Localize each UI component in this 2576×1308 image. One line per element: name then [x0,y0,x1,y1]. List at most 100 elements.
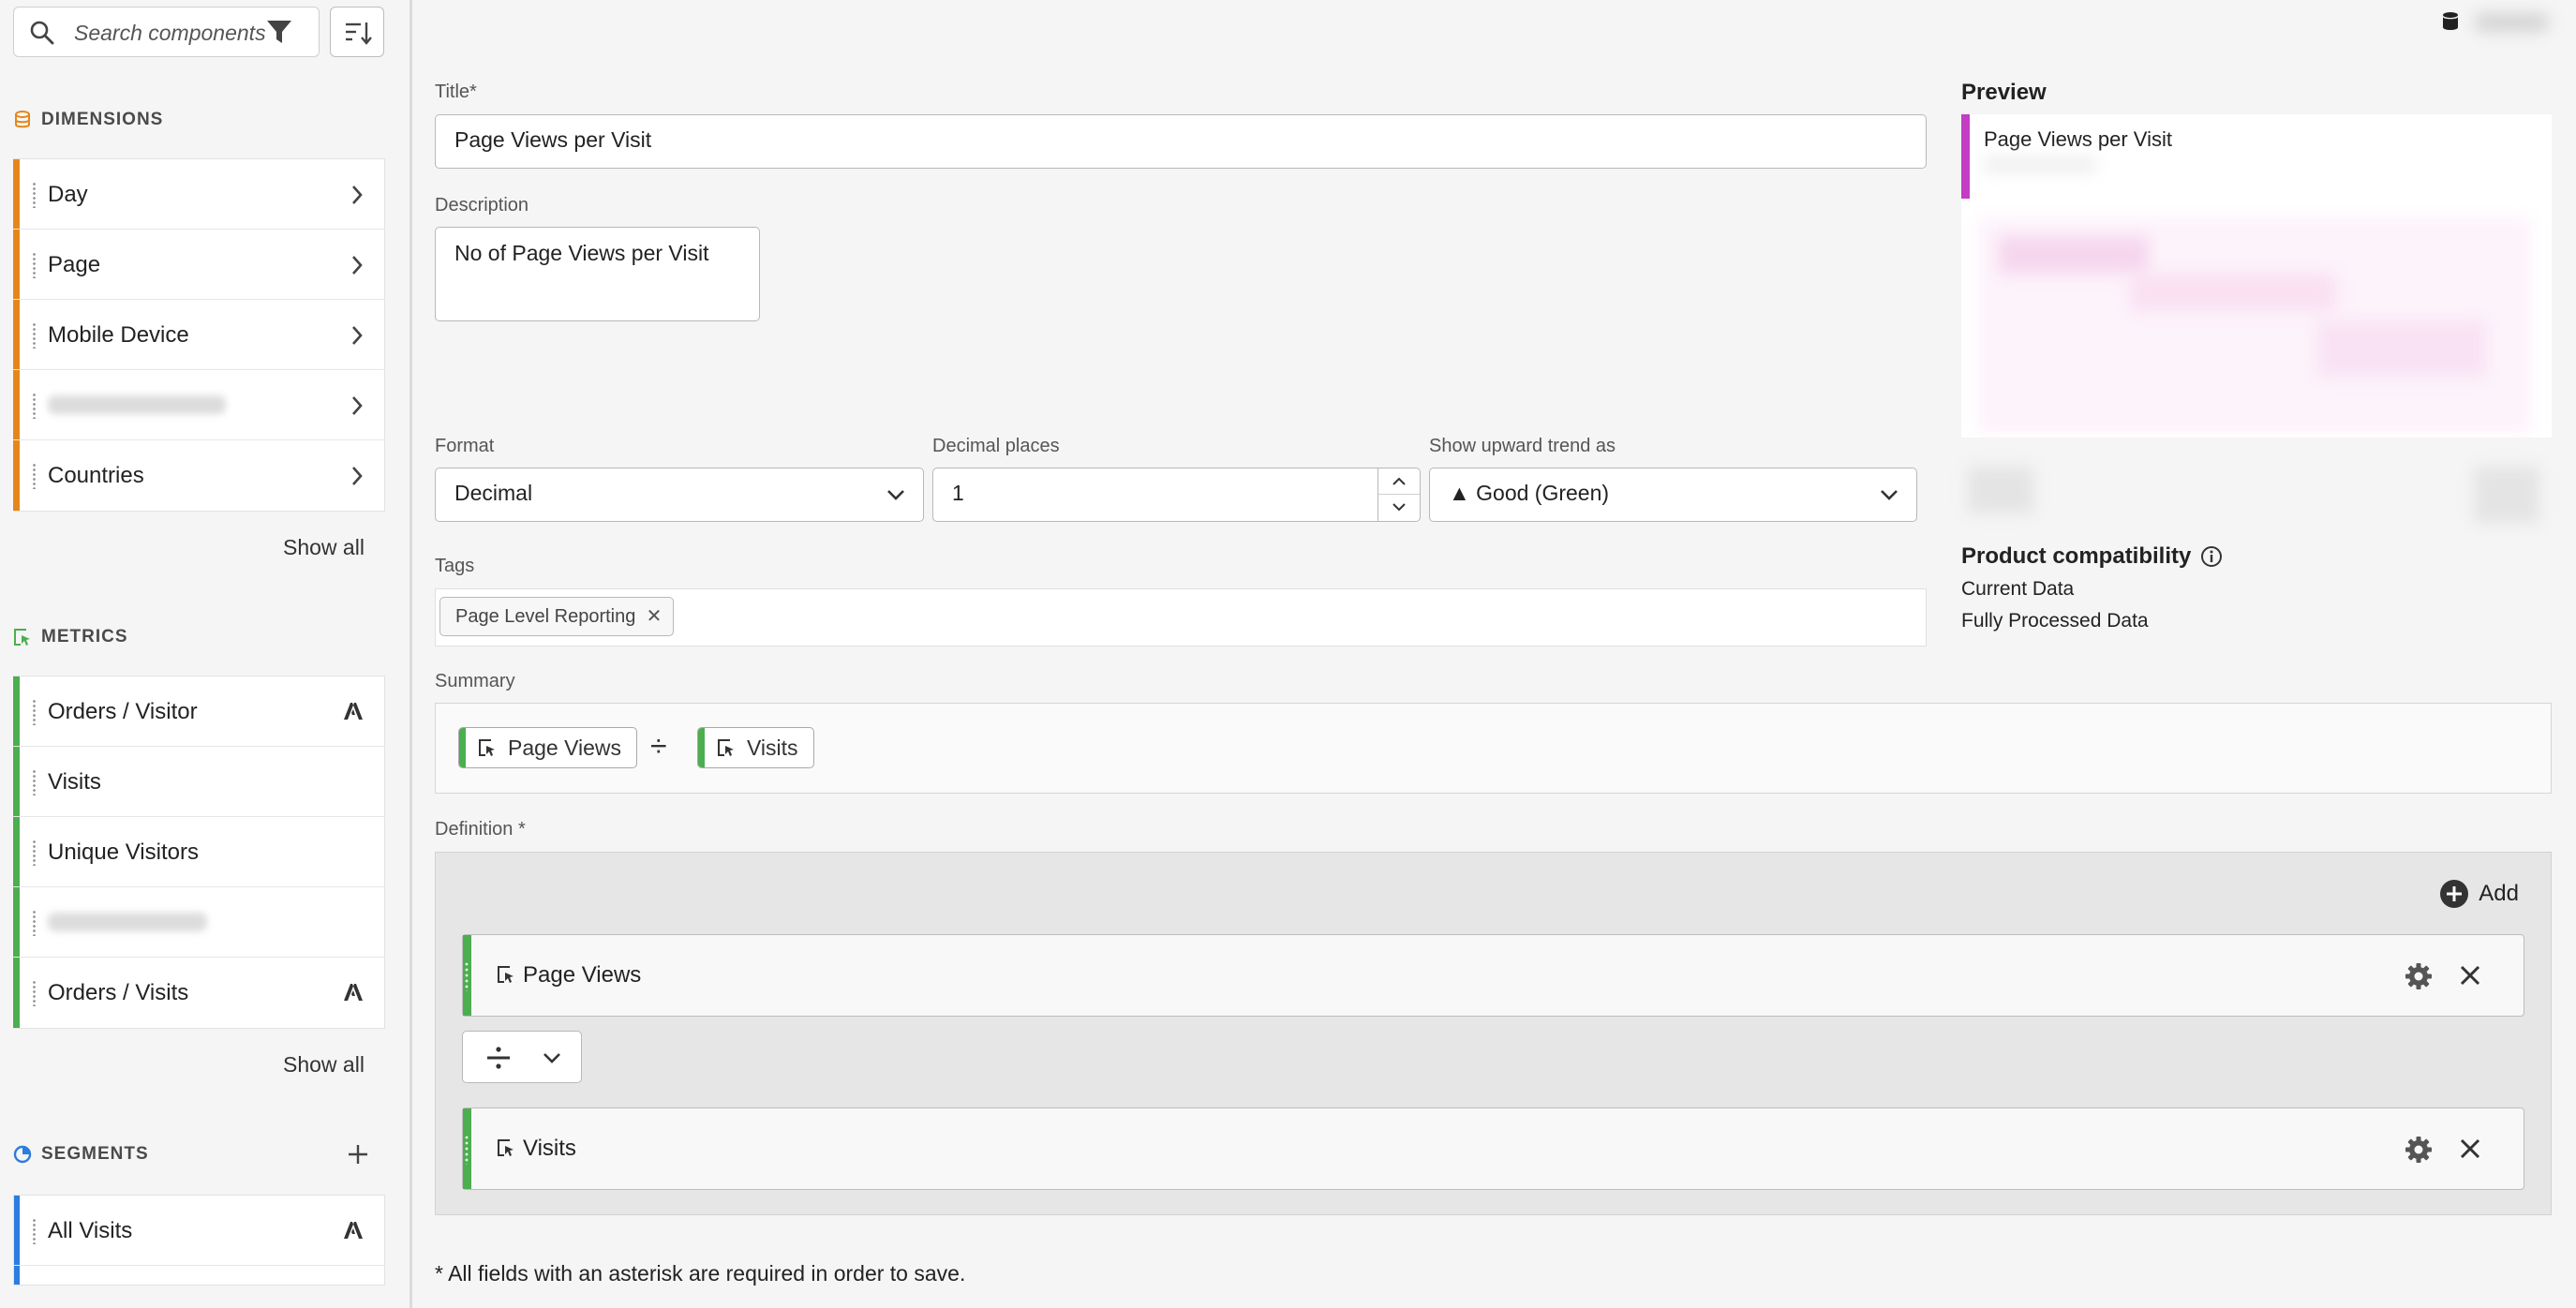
preview-blurred-line [1999,236,2149,274]
definition-label: Definition * [435,819,526,840]
preview-blurred-axis [2474,467,2539,523]
dimension-label: Countries [48,463,144,488]
metrics-show-all[interactable]: Show all [283,1052,365,1078]
description-label: Description [435,195,529,216]
close-icon[interactable] [2458,963,2482,988]
summary-right-label: Visits [747,735,798,760]
metric-item-unique-visitors[interactable]: Unique Visitors [13,817,384,887]
definition-row-label: Visits [523,1136,576,1161]
divide-icon [487,1047,510,1069]
drag-handle[interactable] [33,393,36,419]
metric-label: Unique Visitors [48,840,199,865]
chevron-right-icon[interactable] [350,394,364,417]
compat-item-current-data: Current Data [1961,578,2075,600]
sort-button[interactable] [330,7,384,57]
gear-icon[interactable] [2404,1135,2434,1165]
chevron-right-icon[interactable] [350,184,364,206]
drag-handle[interactable] [33,699,36,725]
metric-item-orders-visitor[interactable]: Orders / Visitor [13,676,384,747]
metric-item-orders-visits[interactable]: Orders / Visits [13,958,384,1028]
segments-title: SEGMENTS [41,1144,149,1164]
preview-heading: Preview [1961,80,2047,105]
drag-handle[interactable] [33,769,36,795]
adobe-icon [344,984,363,1001]
redacted-label [48,395,226,414]
decrement-button[interactable] [1378,494,1420,519]
metric-icon [14,629,30,646]
title-input[interactable]: Page Views per Visit [435,114,1927,169]
metric-item-redacted[interactable] [13,887,384,958]
decimal-places-value[interactable]: 1 [952,481,964,506]
dimension-label: Mobile Device [48,322,189,348]
dimension-label: Day [48,182,88,207]
search-input[interactable]: Search components [74,21,267,46]
increment-button[interactable] [1378,468,1420,495]
preview-blurred-value [1984,157,2096,172]
search-box[interactable]: Search components [13,7,320,57]
tags-label: Tags [435,556,475,576]
info-icon[interactable] [2200,545,2223,568]
filter-icon[interactable] [265,18,293,46]
segments-header: SEGMENTS [13,1144,149,1165]
compat-heading-text: Product compatibility [1961,543,2192,569]
tags-input[interactable]: Page Level Reporting ✕ [435,588,1927,647]
drag-handle[interactable] [465,961,469,991]
segment-item-all-visits[interactable]: All Visits [14,1196,384,1266]
dimension-item-page[interactable]: Page [13,230,384,300]
definition-row-visits[interactable]: Visits [462,1107,2524,1190]
drag-handle[interactable] [33,980,36,1006]
decimal-places-stepper[interactable]: 1 [932,468,1421,522]
gear-icon[interactable] [2404,961,2434,991]
adobe-icon [344,703,363,720]
tag-label: Page Level Reporting [455,606,636,627]
chevron-right-icon[interactable] [350,254,364,276]
dimension-item-redacted[interactable] [13,370,384,440]
metric-label: Visits [48,769,101,795]
summary-label: Summary [435,671,515,691]
metrics-title: METRICS [41,627,128,647]
tag-chip: Page Level Reporting ✕ [439,597,675,636]
segment-item-partial[interactable] [14,1266,384,1285]
footer-note-text: All fields with an asterisk are required… [448,1261,966,1286]
add-button[interactable]: Add [2439,879,2519,909]
preview-card: Page Views per Visit [1961,114,2552,438]
definition-row-page-views[interactable]: Page Views [462,934,2524,1017]
segment-label: All Visits [48,1218,133,1243]
dimension-item-countries[interactable]: Countries [13,440,384,511]
drag-handle[interactable] [33,840,36,866]
metric-icon [498,1139,514,1156]
dimension-item-mobile-device[interactable]: Mobile Device [13,300,384,370]
plus-circle-icon [2440,880,2469,908]
remove-tag-icon[interactable]: ✕ [647,598,663,635]
chevron-up-icon [1392,477,1406,485]
definition-builder: Add Page Views Visits [435,852,2552,1215]
drag-handle[interactable] [33,463,36,489]
metric-item-visits[interactable]: Visits [13,747,384,817]
add-label: Add [2479,881,2519,906]
chevron-right-icon[interactable] [350,324,364,347]
drag-handle[interactable] [33,910,36,936]
drag-handle[interactable] [33,1218,36,1244]
close-icon[interactable] [2458,1137,2482,1161]
format-dropdown[interactable]: Decimal [435,468,924,522]
drag-handle[interactable] [33,182,36,208]
dimensions-list: Day Page Mobile Device Countries [13,158,385,512]
dimensions-show-all[interactable]: Show all [283,535,365,560]
metric-label: Orders / Visits [48,980,189,1005]
metric-label: Orders / Visitor [48,699,198,724]
plus-icon[interactable] [347,1143,369,1166]
trend-dropdown[interactable]: ▲ Good (Green) [1429,468,1917,522]
metric-icon [718,739,734,756]
drag-handle[interactable] [465,1135,469,1165]
preview-blurred-line [2317,320,2486,377]
summary-metric-page-views: Page Views [458,727,638,768]
summary-left-label: Page Views [508,735,622,760]
drag-handle[interactable] [33,322,36,349]
required-fields-note: * All fields with an asterisk are requir… [435,1261,965,1286]
description-textarea[interactable]: No of Page Views per Visit [435,227,760,321]
operator-dropdown[interactable] [462,1031,582,1083]
dimension-item-day[interactable]: Day [13,159,384,230]
chevron-right-icon[interactable] [350,465,364,487]
stepper-buttons [1377,468,1420,521]
drag-handle[interactable] [33,252,36,278]
